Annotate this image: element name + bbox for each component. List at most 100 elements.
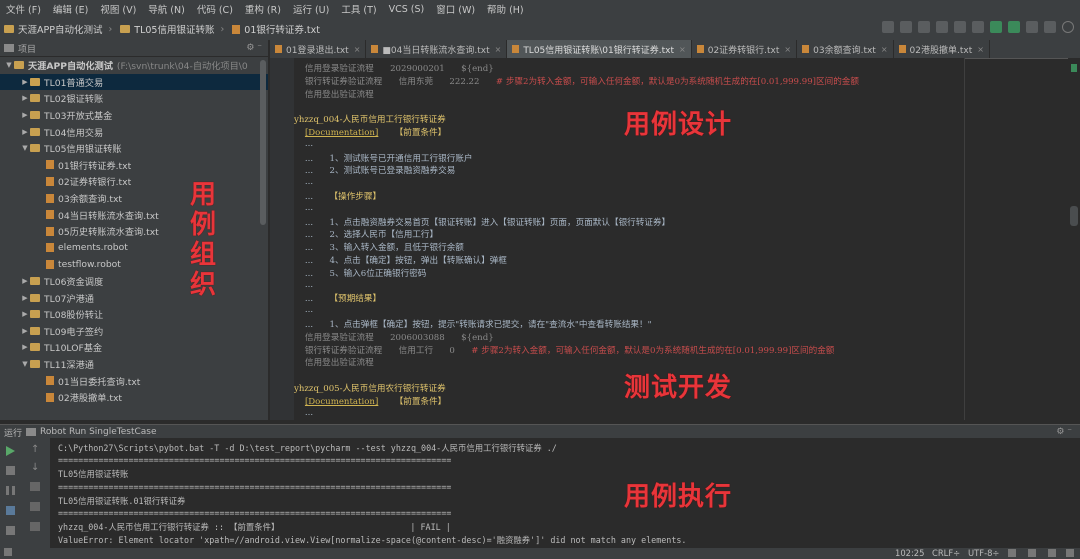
- menu-item-2[interactable]: 视图 (V): [94, 2, 142, 16]
- tree-file[interactable]: 01银行转证券.txt: [0, 157, 268, 174]
- tree-file[interactable]: elements.robot: [0, 240, 268, 257]
- history-icon[interactable]: [1026, 21, 1038, 33]
- print-icon[interactable]: [30, 502, 40, 511]
- breadcrumb-folder[interactable]: TL05信用银证转账 ›: [116, 22, 228, 36]
- collapse-right-icon[interactable]: ▶: [20, 128, 30, 136]
- inspector-icon[interactable]: [1028, 549, 1036, 557]
- close-icon[interactable]: ×: [679, 45, 686, 54]
- close-icon[interactable]: ×: [354, 45, 361, 54]
- event-log-icon[interactable]: [1048, 549, 1056, 557]
- run-panel-settings-icon[interactable]: ⚙ ⁻: [1056, 427, 1072, 437]
- menu-item-8[interactable]: VCS (S): [383, 4, 431, 15]
- editor-tab[interactable]: 03余额查询.txt ×: [797, 40, 894, 58]
- breadcrumb-file[interactable]: 01银行转证券.txt: [228, 22, 324, 36]
- code-token: ...: [294, 138, 314, 149]
- expand-down-icon[interactable]: ▼: [20, 360, 30, 368]
- tree-folder[interactable]: ▶ TL02银证转账: [0, 90, 268, 107]
- tree-folder[interactable]: ▶ TL01普通交易: [0, 73, 268, 91]
- run-config-icon[interactable]: [882, 21, 894, 33]
- memory-icon[interactable]: [1066, 549, 1074, 557]
- close-icon[interactable]: ×: [784, 45, 791, 54]
- pause-icon[interactable]: [6, 486, 15, 495]
- menu-item-1[interactable]: 编辑 (E): [47, 2, 94, 16]
- menu-item-4[interactable]: 代码 (C): [191, 2, 239, 16]
- revert-icon[interactable]: [1044, 21, 1056, 33]
- editor-tab[interactable]: 02港股撤单.txt ×: [894, 40, 990, 58]
- close-icon[interactable]: ×: [977, 45, 984, 54]
- tree-folder[interactable]: ▼ TL11深港通: [0, 356, 268, 373]
- scroll-down-icon[interactable]: ↓: [31, 462, 39, 473]
- tree-scrollbar[interactable]: [260, 60, 266, 225]
- editor-tab[interactable]: 01登录退出.txt ×: [270, 40, 367, 58]
- vcs-commit-icon[interactable]: [1008, 21, 1020, 33]
- vcs-update-icon[interactable]: [990, 21, 1002, 33]
- menu-item-10[interactable]: 帮助 (H): [481, 2, 530, 16]
- menu-item-6[interactable]: 运行 (U): [287, 2, 335, 16]
- close-icon[interactable]: ×: [881, 45, 888, 54]
- stop-icon[interactable]: [954, 21, 966, 33]
- tree-folder[interactable]: ▶ TL10LOF基金: [0, 339, 268, 356]
- tree-file[interactable]: 03余额查询.txt: [0, 190, 268, 207]
- collapse-right-icon[interactable]: ▶: [20, 294, 30, 302]
- soft-wrap-icon[interactable]: [30, 482, 40, 491]
- code-line: ... 1、点击融资融券交易首页【银证转账】进入【银证转账】页面，页面默认【银行…: [294, 216, 670, 228]
- tree-file[interactable]: 02证券转银行.txt: [0, 173, 268, 190]
- tree-folder[interactable]: ▶ TL08股份转让: [0, 306, 268, 323]
- console-line: ========================================…: [58, 508, 452, 518]
- file-encoding[interactable]: UTF-8÷: [968, 548, 999, 558]
- run-icon[interactable]: [900, 21, 912, 33]
- expand-down-icon[interactable]: ▼: [20, 144, 30, 152]
- run-console[interactable]: C:\Python27\Scripts\pybot.bat -T -d D:\t…: [50, 438, 1080, 548]
- editor-tab[interactable]: 02证券转银行.txt ×: [692, 40, 798, 58]
- run-config-name[interactable]: Robot Run SingleTestCase: [40, 427, 157, 437]
- tool-windows-icon[interactable]: [4, 548, 12, 556]
- expand-down-icon[interactable]: ▼: [4, 61, 14, 69]
- editor-tab[interactable]: ■04当日转账流水查询.txt ×: [366, 40, 508, 58]
- settings-gear-icon[interactable]: ⚙ ⁻: [246, 43, 262, 53]
- tree-file[interactable]: 02港股撤单.txt: [0, 389, 268, 406]
- editor-tab[interactable]: TL05信用银证转账\01银行转证券.txt ×: [507, 40, 692, 58]
- coverage-icon[interactable]: [936, 21, 948, 33]
- collapse-right-icon[interactable]: ▶: [20, 327, 30, 335]
- line-separator[interactable]: CRLF÷: [932, 548, 960, 558]
- menu-item-5[interactable]: 重构 (R): [239, 2, 287, 16]
- tree-folder[interactable]: ▶ TL09电子签约: [0, 323, 268, 340]
- tree-folder[interactable]: ▶ TL03开放式基金: [0, 107, 268, 124]
- menu-item-0[interactable]: 文件 (F): [0, 2, 47, 16]
- scroll-up-icon[interactable]: ↑: [31, 444, 39, 455]
- tree-file[interactable]: 01当日委托查询.txt: [0, 372, 268, 389]
- menu-item-9[interactable]: 窗口 (W): [430, 2, 481, 16]
- code-token: ...: [294, 177, 314, 188]
- collapse-right-icon[interactable]: ▶: [20, 310, 30, 318]
- close-icon[interactable]: ×: [495, 45, 502, 54]
- close-run-icon[interactable]: [6, 526, 15, 535]
- lock-icon[interactable]: [1008, 549, 1016, 557]
- tree-folder[interactable]: ▶ TL04信用交易: [0, 123, 268, 140]
- menu-item-7[interactable]: 工具 (T): [335, 2, 382, 16]
- tree-file[interactable]: 05历史转账流水查询.txt: [0, 223, 268, 240]
- collapse-right-icon[interactable]: ▶: [20, 277, 30, 285]
- code-token: ...: [294, 407, 314, 418]
- debug-icon[interactable]: [918, 21, 930, 33]
- rerun-icon[interactable]: [6, 446, 15, 456]
- tree-folder[interactable]: ▼ 天涯APP自动化测试 (F:\svn\trunk\04-自动化项目\0: [0, 57, 268, 74]
- collapse-right-icon[interactable]: ▶: [20, 78, 30, 86]
- collapse-right-icon[interactable]: ▶: [20, 94, 30, 102]
- restore-layout-icon[interactable]: [6, 506, 15, 515]
- project-panel-title[interactable]: 项目: [18, 42, 36, 55]
- stop-run-icon[interactable]: [6, 466, 15, 475]
- search-icon[interactable]: [1062, 21, 1074, 33]
- breadcrumb-project[interactable]: 天涯APP自动化测试 ›: [0, 22, 116, 36]
- clear-all-icon[interactable]: [30, 522, 40, 531]
- tree-folder[interactable]: ▶ TL06资金调度: [0, 273, 268, 290]
- collapse-right-icon[interactable]: ▶: [20, 343, 30, 351]
- editor-scrollbar[interactable]: [1068, 58, 1080, 420]
- tree-file[interactable]: testflow.robot: [0, 256, 268, 273]
- collapse-right-icon[interactable]: ▶: [20, 111, 30, 119]
- caret-position[interactable]: 102:25: [895, 548, 924, 558]
- tree-folder[interactable]: ▼ TL05信用银证转账: [0, 140, 268, 157]
- tree-folder[interactable]: ▶ TL07沪港通: [0, 289, 268, 306]
- menu-item-3[interactable]: 导航 (N): [142, 2, 191, 16]
- build-icon[interactable]: [972, 21, 984, 33]
- tree-file[interactable]: 04当日转账流水查询.txt: [0, 206, 268, 223]
